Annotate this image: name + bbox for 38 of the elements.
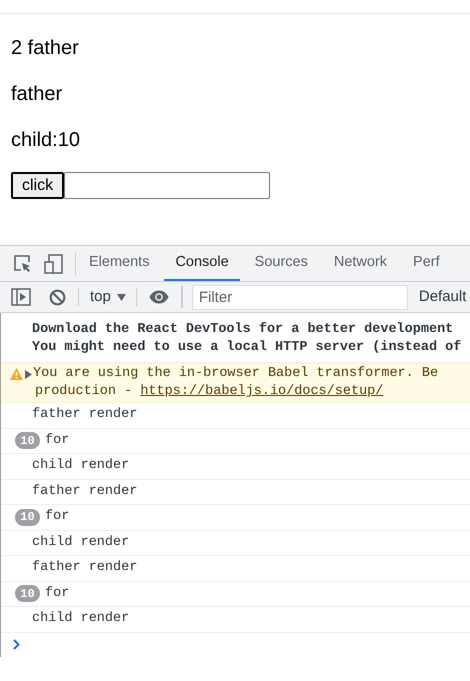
- repeat-count-badge: 10: [15, 508, 40, 526]
- text-input[interactable]: [64, 172, 270, 199]
- filter-field[interactable]: Filter: [192, 284, 408, 310]
- console-message: for: [45, 584, 70, 603]
- prompt-chevron-icon[interactable]: [13, 639, 20, 650]
- console-message: father render: [32, 482, 138, 501]
- expand-arrow-icon[interactable]: [25, 370, 32, 378]
- device-icon[interactable]: [44, 254, 63, 274]
- console-message: for: [45, 508, 70, 526]
- caret-icon: [116, 294, 126, 300]
- page-text: 2 father: [11, 36, 80, 60]
- console-message: child render: [32, 457, 130, 476]
- devtools-tab[interactable]: Sources: [244, 246, 319, 281]
- console-message: for: [45, 432, 70, 450]
- repeat-count-badge: 10: [15, 432, 40, 450]
- click-button[interactable]: click: [11, 172, 64, 199]
- sidebar-toggle-icon[interactable]: [11, 288, 31, 306]
- console-message: father render: [32, 559, 138, 578]
- console-message: production -: [35, 384, 134, 399]
- warning-icon: [10, 368, 23, 380]
- log-levels-dropdown[interactable]: Default: [418, 286, 466, 308]
- devtools-tab[interactable]: Perf: [402, 246, 451, 281]
- clear-console-icon[interactable]: [49, 288, 66, 306]
- devtools-tab[interactable]: Network: [322, 246, 398, 281]
- console-link[interactable]: https://babeljs.io/docs/setup/: [140, 384, 384, 399]
- page-text: father: [11, 82, 64, 106]
- console-message: child render: [32, 610, 130, 628]
- console-message: father render: [32, 406, 138, 424]
- console-message: Download the React DevTools for a better development: [32, 321, 454, 339]
- console-message: child render: [32, 534, 130, 552]
- devtools-tab[interactable]: Elements: [78, 246, 160, 281]
- eye-icon[interactable]: [148, 290, 169, 304]
- context-dropdown[interactable]: top: [90, 286, 126, 308]
- inspect-icon[interactable]: [13, 254, 32, 273]
- page-text: child:10: [11, 128, 81, 152]
- console-message: You might need to use a local HTTP server (instead of: [32, 339, 462, 357]
- repeat-count-badge: 10: [15, 585, 40, 602]
- console-message: You are using the in-browser Babel transformer. Be: [33, 365, 438, 383]
